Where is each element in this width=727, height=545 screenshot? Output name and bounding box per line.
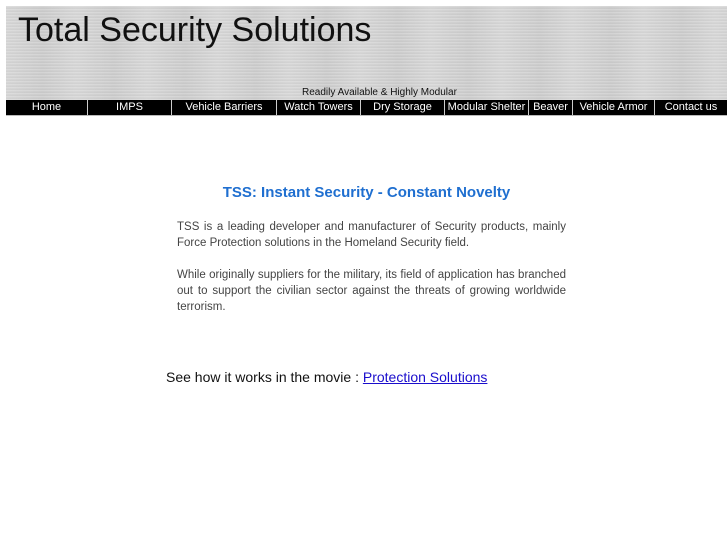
protection-solutions-link[interactable]: Protection Solutions <box>363 369 488 385</box>
header-banner: Total Security Solutions Readily Availab… <box>6 6 727 100</box>
nav-item-beaver[interactable]: Beaver <box>529 100 573 115</box>
nav-item-vehicle-armor[interactable]: Vehicle Armor <box>573 100 655 115</box>
movie-line: See how it works in the movie : Protecti… <box>166 369 487 385</box>
nav-item-contact-us[interactable]: Contact us <box>655 100 727 115</box>
nav-item-watch-towers[interactable]: Watch Towers <box>277 100 361 115</box>
nav-item-vehicle-barriers[interactable]: Vehicle Barriers <box>172 100 277 115</box>
tagline: Readily Available & Highly Modular <box>302 87 457 98</box>
history-paragraph: While originally suppliers for the milit… <box>177 269 566 313</box>
nav-item-dry-storage[interactable]: Dry Storage <box>361 100 445 115</box>
nav-item-home[interactable]: Home <box>6 100 88 115</box>
page-headline: TSS: Instant Security - Constant Novelty <box>222 184 511 201</box>
intro-paragraph: TSS is a leading developer and manufactu… <box>177 221 566 249</box>
site-title: Total Security Solutions <box>18 11 372 49</box>
main-nav: Home IMPS Vehicle Barriers Watch Towers … <box>6 100 727 116</box>
nav-item-modular-shelter[interactable]: Modular Shelter <box>445 100 529 115</box>
nav-item-imps[interactable]: IMPS <box>88 100 172 115</box>
movie-prefix: See how it works in the movie : <box>166 369 363 385</box>
